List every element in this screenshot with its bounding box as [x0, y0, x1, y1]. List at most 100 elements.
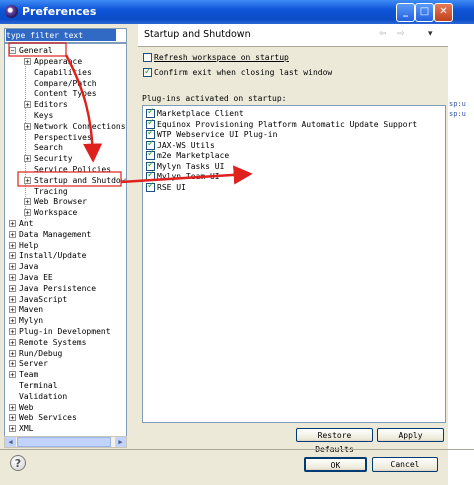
expand-icon[interactable]: + [9, 274, 16, 282]
tree-node-network-connections[interactable]: + Network Connections [24, 122, 126, 132]
tree-node-label: Web Browser [34, 197, 87, 207]
expand-icon[interactable]: + [9, 220, 16, 228]
expand-icon[interactable]: + [24, 155, 31, 163]
expand-icon[interactable]: + [9, 425, 16, 433]
expand-icon[interactable]: + [9, 360, 16, 368]
expand-icon[interactable]: + [9, 371, 16, 379]
maximize-button[interactable]: □ [415, 3, 434, 22]
tree-node-web[interactable]: + Web [9, 403, 33, 413]
scroll-left-icon[interactable]: ◀ [5, 437, 16, 447]
expand-icon[interactable]: + [9, 284, 16, 292]
back-icon[interactable]: ⇦ [379, 29, 387, 39]
tree-node-team[interactable]: + Team [9, 370, 38, 380]
tree-node-capabilities[interactable]: Capabilities [24, 68, 92, 78]
tree-node-java[interactable]: + Java [9, 262, 38, 272]
expand-icon[interactable]: + [9, 403, 16, 411]
filter-input[interactable] [6, 29, 116, 41]
tree-node-label: Service Policies [34, 165, 112, 174]
expand-icon[interactable]: + [24, 101, 31, 109]
tree-node-web-services[interactable]: + Web Services [9, 413, 77, 423]
refresh-workspace-option[interactable]: Refresh workspace on startup [143, 52, 289, 64]
tree-node-mylyn[interactable]: + Mylyn [9, 316, 43, 326]
tree-node-help[interactable]: + Help [9, 241, 38, 251]
scroll-right-icon[interactable]: ▶ [115, 437, 126, 447]
tree-node-service-policies[interactable]: Service Policies [24, 165, 111, 175]
restore-defaults-button[interactable]: Restore Defaults [296, 428, 373, 454]
expand-icon[interactable]: + [24, 209, 31, 217]
tree-node-general[interactable]: − General [9, 46, 53, 56]
expand-icon[interactable]: + [24, 176, 31, 184]
close-button[interactable]: ✕ [434, 3, 453, 22]
tree-node-label: Java [19, 262, 39, 272]
tree-node-web-browser[interactable]: + Web Browser [24, 197, 87, 207]
expand-icon[interactable]: + [9, 295, 16, 303]
expand-icon[interactable]: + [9, 328, 16, 336]
expand-icon[interactable]: + [9, 317, 16, 325]
expand-icon[interactable]: + [9, 230, 16, 238]
plugin-item[interactable]: Equinox Provisioning Platform Automatic … [146, 118, 417, 130]
expand-icon[interactable]: + [9, 349, 16, 357]
tree-node-data-management[interactable]: + Data Management [9, 230, 91, 240]
tree-node-server[interactable]: + Server [9, 359, 48, 369]
tree-node-search[interactable]: Search [24, 143, 63, 153]
apply-button[interactable]: Apply [377, 428, 444, 442]
tree-horizontal-scrollbar[interactable]: ◀ ▶ [4, 436, 127, 448]
tree-node-maven[interactable]: + Maven [9, 305, 43, 315]
plugin-item[interactable]: Mylyn Tasks UI [146, 160, 224, 172]
expand-icon[interactable]: + [24, 122, 31, 130]
view-menu-icon[interactable]: ▾ [428, 29, 433, 39]
plugin-item[interactable]: WTP Webservice UI Plug-in [146, 128, 277, 140]
expand-icon[interactable]: + [9, 414, 16, 422]
expand-icon[interactable]: + [24, 58, 31, 66]
tree-node-editors[interactable]: + Editors [24, 100, 68, 110]
tree-node-label: Search [34, 143, 63, 153]
tree-node-java-ee[interactable]: + Java EE [9, 273, 53, 283]
tree-node-xml[interactable]: + XML [9, 424, 33, 434]
minimize-button[interactable]: _ [396, 3, 415, 22]
splitter[interactable] [130, 24, 133, 449]
tree-node-javascript[interactable]: + JavaScript [9, 295, 67, 305]
tree-node-terminal[interactable]: Terminal [9, 381, 58, 391]
tree-node-content-types[interactable]: Content Types [24, 89, 97, 99]
expand-icon[interactable]: + [9, 241, 16, 249]
plugin-label: Mylyn Team UI [157, 172, 220, 181]
expand-icon[interactable]: + [9, 263, 16, 271]
refresh-workspace-checkbox[interactable] [143, 53, 152, 62]
collapse-icon[interactable]: − [9, 47, 16, 55]
help-icon[interactable]: ? [10, 455, 26, 471]
tree-node-compare-patch[interactable]: Compare/Patch [24, 79, 97, 89]
tree-node-run-debug[interactable]: + Run/Debug [9, 349, 62, 359]
plugin-item[interactable]: RSE UI [146, 181, 186, 193]
tree-node-security[interactable]: + Security [24, 154, 73, 164]
scroll-thumb[interactable] [17, 437, 111, 447]
tree-node-workspace[interactable]: + Workspace [24, 208, 77, 218]
plugin-checkbox[interactable] [146, 181, 155, 192]
ok-button[interactable]: OK [304, 457, 367, 472]
plugin-item[interactable]: Mylyn Team UI [146, 170, 220, 182]
tree-node-label: Editors [34, 100, 68, 110]
tree-node-appearance[interactable]: + Appearance [24, 57, 82, 67]
cancel-button[interactable]: Cancel [372, 457, 438, 472]
tree-node-validation[interactable]: Validation [9, 392, 67, 402]
tree-node-java-persistence[interactable]: + Java Persistence [9, 284, 96, 294]
tree-node-startup-and-shutdown[interactable]: + Startup and Shutdown [24, 176, 126, 186]
plugin-item[interactable]: JAX-WS Utils [146, 139, 215, 151]
confirm-exit-option[interactable]: Confirm exit when closing last window [143, 66, 332, 79]
plugin-item[interactable]: m2e Marketplace [146, 149, 229, 161]
expand-icon[interactable]: + [9, 306, 16, 314]
tree-node-remote-systems[interactable]: + Remote Systems [9, 338, 86, 348]
tree-node-label: Web Services [19, 413, 77, 423]
tree-node-plug-in-development[interactable]: + Plug-in Development [9, 327, 111, 337]
tree-node-tracing[interactable]: Tracing [24, 187, 68, 197]
tree-node-install-update[interactable]: + Install/Update [9, 251, 86, 261]
expand-icon[interactable]: + [9, 252, 16, 260]
tree-node-keys[interactable]: Keys [24, 111, 53, 121]
window-title: Preferences [22, 5, 97, 18]
forward-icon[interactable]: ⇨ [397, 29, 405, 39]
plugin-item[interactable]: Marketplace Client [146, 107, 244, 119]
confirm-exit-checkbox[interactable] [143, 66, 152, 78]
expand-icon[interactable]: + [9, 338, 16, 346]
tree-node-perspectives[interactable]: Perspectives [24, 133, 92, 143]
tree-node-ant[interactable]: + Ant [9, 219, 33, 229]
expand-icon[interactable]: + [24, 198, 31, 206]
